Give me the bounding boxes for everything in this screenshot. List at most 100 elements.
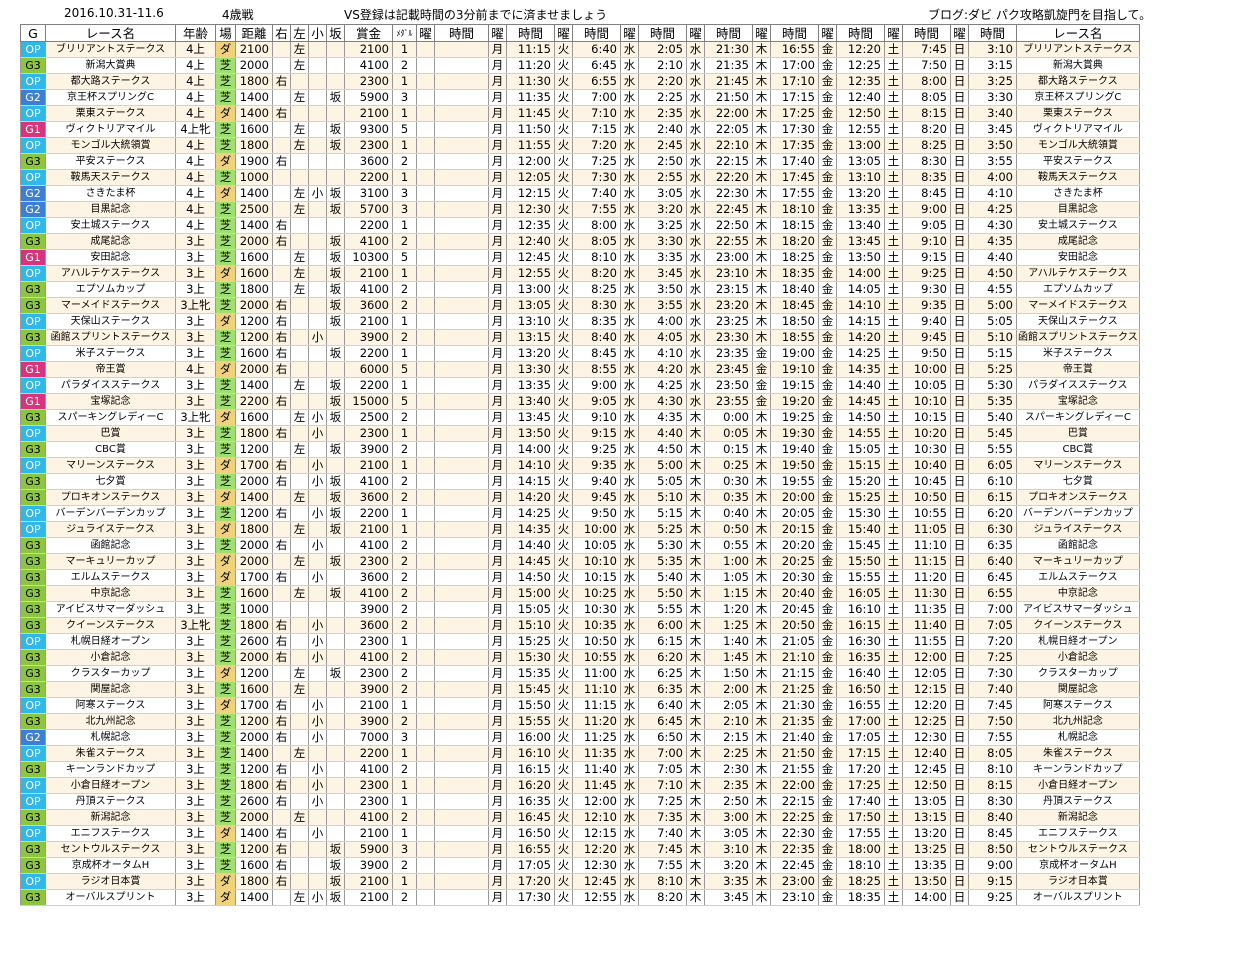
weekday-cell[interactable]: 日 [950,41,969,58]
slope-cell[interactable] [326,361,345,378]
weekday-cell[interactable]: 水 [686,217,705,234]
weekday-cell[interactable]: 木 [752,121,771,138]
distance-cell[interactable]: 1600 [235,345,273,362]
time-cell[interactable]: 9:45 [572,489,621,506]
distance-cell[interactable]: 2000 [235,473,273,490]
weekday-cell[interactable]: 月 [488,297,507,314]
left-turn-cell[interactable] [290,233,309,250]
time-cell[interactable]: 12:30 [506,201,555,218]
right-turn-cell[interactable]: 右 [272,425,291,442]
weekday-cell[interactable]: 金 [752,361,771,378]
age-cell[interactable]: 3上 [175,505,216,522]
right-turn-cell[interactable] [272,265,291,282]
weekday-cell[interactable]: 木 [752,281,771,298]
weekday-cell[interactable]: 金 [818,569,837,586]
right-turn-cell[interactable] [272,601,291,618]
weekday-cell[interactable]: 月 [488,761,507,778]
weekday-cell[interactable]: 水 [620,73,639,90]
distance-cell[interactable]: 1800 [235,425,273,442]
time-cell[interactable]: 18:45 [770,297,819,314]
weekday-cell[interactable]: 月 [488,809,507,826]
slope-cell[interactable]: 坂 [326,441,345,458]
weekday-cell[interactable]: 火 [554,793,573,810]
medal-cell[interactable]: 2 [392,537,417,554]
weekday-cell[interactable]: 金 [752,393,771,410]
time-cell[interactable]: 9:25 [968,889,1017,906]
race-name-right-cell[interactable]: マリーンステークス [1016,457,1140,474]
surface-cell[interactable]: ダ [215,105,236,122]
medal-cell[interactable]: 2 [392,473,417,490]
weekday-cell[interactable]: 日 [950,233,969,250]
time-cell[interactable]: 9:35 [572,457,621,474]
weekday-cell[interactable]: 月 [488,265,507,282]
left-turn-cell[interactable]: 左 [290,745,309,762]
time-cell[interactable]: 12:05 [506,169,555,186]
weekday-cell[interactable]: 日 [950,825,969,842]
time-cell[interactable]: 13:05 [836,153,885,170]
race-name-cell[interactable]: 函館記念 [45,537,176,554]
weekday-cell[interactable]: 木 [752,73,771,90]
time-cell[interactable] [434,585,489,602]
right-turn-cell[interactable] [272,57,291,74]
surface-cell[interactable]: 芝 [215,57,236,74]
age-cell[interactable]: 3上 [175,329,216,346]
distance-cell[interactable]: 1400 [235,105,273,122]
slope-cell[interactable]: 坂 [326,521,345,538]
small-track-cell[interactable] [308,89,327,106]
race-name-cell[interactable]: さきたま杯 [45,185,176,202]
weekday-cell[interactable] [416,649,435,666]
age-cell[interactable]: 4上 [175,137,216,154]
weekday-cell[interactable]: 水 [620,265,639,282]
race-name-cell[interactable]: 関屋記念 [45,681,176,698]
left-turn-cell[interactable]: 左 [290,377,309,394]
prize-cell[interactable]: 6000 [344,361,393,378]
time-cell[interactable]: 11:35 [572,745,621,762]
time-cell[interactable]: 14:50 [506,569,555,586]
time-cell[interactable]: 23:10 [704,265,753,282]
weekday-cell[interactable]: 土 [884,105,903,122]
slope-cell[interactable]: 坂 [326,121,345,138]
race-name-cell[interactable]: 成尾記念 [45,233,176,250]
age-cell[interactable]: 3上 [175,585,216,602]
medal-cell[interactable]: 3 [392,185,417,202]
small-track-cell[interactable]: 小 [308,617,327,634]
distance-cell[interactable]: 1700 [235,457,273,474]
weekday-cell[interactable]: 火 [554,889,573,906]
time-cell[interactable]: 12:00 [902,649,951,666]
weekday-cell[interactable]: 木 [752,217,771,234]
time-cell[interactable]: 6:20 [968,505,1017,522]
time-cell[interactable]: 4:35 [968,233,1017,250]
weekday-cell[interactable]: 日 [950,265,969,282]
time-cell[interactable] [434,745,489,762]
race-name-cell[interactable]: 札幌日経オープン [45,633,176,650]
left-turn-cell[interactable]: 左 [290,809,309,826]
time-cell[interactable]: 8:15 [968,777,1017,794]
weekday-cell[interactable]: 水 [620,729,639,746]
time-cell[interactable]: 21:35 [770,713,819,730]
time-cell[interactable]: 19:40 [770,441,819,458]
time-cell[interactable]: 4:20 [638,361,687,378]
right-turn-cell[interactable] [272,681,291,698]
slope-cell[interactable]: 坂 [326,585,345,602]
medal-cell[interactable]: 2 [392,153,417,170]
time-cell[interactable]: 6:45 [572,57,621,74]
small-track-cell[interactable] [308,841,327,858]
small-track-cell[interactable]: 小 [308,825,327,842]
race-name-cell[interactable]: ジュライステークス [45,521,176,538]
time-cell[interactable] [434,137,489,154]
time-cell[interactable]: 20:45 [770,601,819,618]
prize-cell[interactable]: 5900 [344,89,393,106]
time-cell[interactable]: 14:10 [506,457,555,474]
time-cell[interactable]: 21:50 [704,89,753,106]
small-track-cell[interactable] [308,105,327,122]
weekday-cell[interactable]: 日 [950,377,969,394]
weekday-cell[interactable]: 木 [686,425,705,442]
time-cell[interactable]: 5:10 [968,329,1017,346]
slope-cell[interactable]: 坂 [326,841,345,858]
time-cell[interactable]: 14:50 [836,409,885,426]
weekday-cell[interactable]: 日 [950,121,969,138]
time-cell[interactable]: 9:50 [902,345,951,362]
weekday-cell[interactable] [416,777,435,794]
race-name-cell[interactable]: モンゴル大統領賞 [45,137,176,154]
right-turn-cell[interactable] [272,521,291,538]
